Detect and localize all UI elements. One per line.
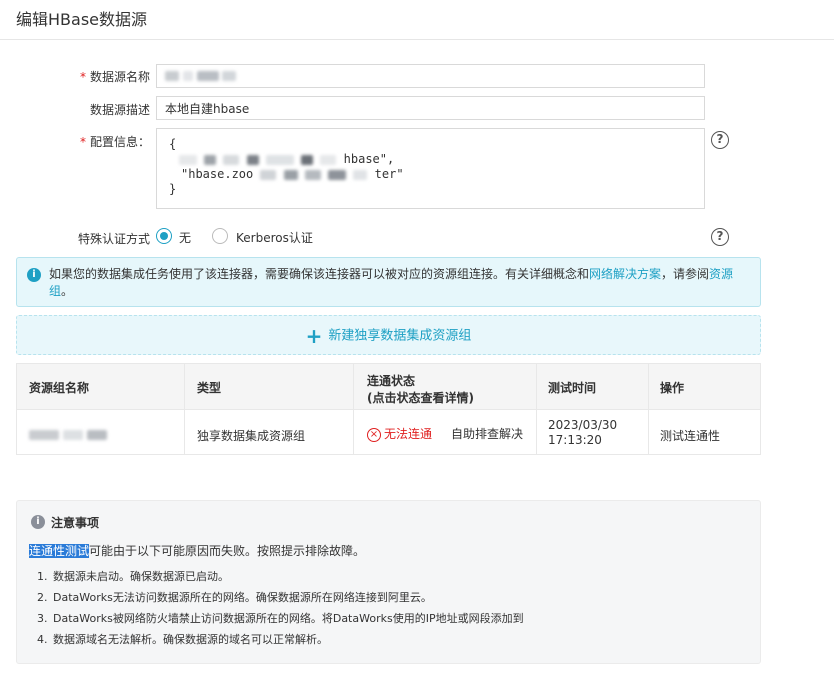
config-textarea[interactable]: { hbase", "hbase.zoo ter" } bbox=[156, 128, 705, 209]
auth-help-icon[interactable]: ? bbox=[711, 228, 729, 246]
info-icon: i bbox=[27, 268, 41, 282]
config-line: } bbox=[169, 182, 177, 196]
row-status-failed[interactable]: × 无法连通 bbox=[367, 425, 432, 442]
info-text: 如果您的数据集成任务使用了该连接器，需要确保该连接器可以被对应的资源组连接。有关… bbox=[49, 267, 734, 298]
test-connectivity-link[interactable]: 测试连通性 bbox=[660, 427, 720, 444]
config-line: hbase", bbox=[169, 152, 692, 167]
note-item: 4. 数据源域名无法解析。确保数据源的域名可以正常解析。 bbox=[37, 633, 328, 646]
header-status: 连通状态 (点击状态查看详情) bbox=[367, 374, 474, 405]
notes-panel: i 注意事项 连通性测试可能由于以下可能原因而失败。按照提示排除故障。 1. 数据… bbox=[16, 500, 761, 664]
auth-method-label: 特殊认证方式 bbox=[77, 232, 150, 246]
auth-none-label: 无 bbox=[179, 231, 192, 245]
auth-kerberos-label: Kerberos认证 bbox=[236, 231, 313, 245]
header-name: 资源组名称 bbox=[29, 381, 90, 395]
self-troubleshoot-link[interactable]: 自助排查解决 bbox=[451, 425, 523, 442]
row-resource-group-name bbox=[29, 427, 107, 441]
page-title: 编辑HBase数据源 bbox=[16, 10, 147, 29]
row-test-time: 2023/03/30 17:13:20 bbox=[548, 418, 618, 447]
plus-icon: + bbox=[305, 324, 323, 348]
config-label: * 配置信息： bbox=[79, 135, 150, 149]
config-line: { bbox=[169, 137, 177, 151]
datasource-name-label: * 数据源名称 bbox=[79, 70, 150, 84]
auth-kerberos-radio[interactable] bbox=[212, 228, 228, 244]
datasource-desc-label: 数据源描述 bbox=[89, 103, 150, 117]
row-type: 独享数据集成资源组 bbox=[197, 429, 306, 443]
new-resource-group-button[interactable]: + 新建独享数据集成资源组 bbox=[16, 315, 761, 355]
notes-intro: 连通性测试可能由于以下可能原因而失败。按照提示排除故障。 bbox=[29, 544, 366, 558]
note-item: 3. DataWorks被网络防火墙禁止访问数据源所在的网络。将DataWorks… bbox=[37, 612, 524, 625]
header-type: 类型 bbox=[197, 381, 222, 395]
connector-info-box: i 如果您的数据集成任务使用了该连接器，需要确保该连接器可以被对应的资源组连接。… bbox=[16, 257, 761, 307]
network-solution-link[interactable]: 网络解决方案 bbox=[589, 267, 661, 281]
page-header: 编辑HBase数据源 bbox=[0, 0, 834, 40]
datasource-name-input[interactable] bbox=[156, 64, 705, 88]
error-icon: × bbox=[367, 427, 381, 442]
config-line: "hbase.zoo ter" bbox=[181, 167, 404, 181]
datasource-desc-input[interactable]: 本地自建hbase bbox=[156, 96, 705, 120]
header-time: 测试时间 bbox=[548, 381, 597, 395]
header-action: 操作 bbox=[660, 381, 685, 395]
resource-group-table: 资源组名称 类型 连通状态 (点击状态查看详情) 测试时间 操作 独享数据集成资… bbox=[16, 363, 761, 455]
notes-title: 注意事项 bbox=[51, 516, 100, 530]
note-item: 1. 数据源未启动。确保数据源已启动。 bbox=[37, 570, 229, 583]
info-icon: i bbox=[31, 515, 45, 529]
note-item: 2. DataWorks无法访问数据源所在的网络。确保数据源所在网络连接到阿里云。 bbox=[37, 591, 432, 604]
auth-none-radio[interactable] bbox=[156, 228, 172, 244]
config-help-icon[interactable]: ? bbox=[711, 131, 729, 149]
